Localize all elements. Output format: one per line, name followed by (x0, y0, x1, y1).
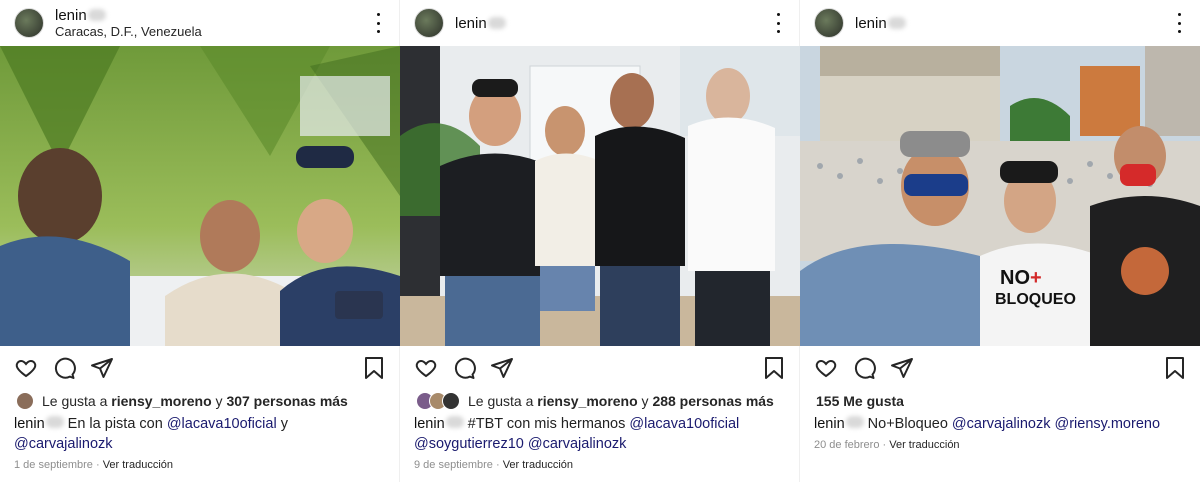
avatar[interactable] (414, 8, 444, 38)
liker-avatars (16, 392, 34, 410)
post-meta: 20 de febrero · Ver traducción (814, 439, 960, 451)
share-icon[interactable] (490, 356, 514, 380)
translate-link[interactable]: Ver traducción (103, 459, 173, 471)
heart-icon[interactable] (14, 356, 38, 380)
shirt-text: BLOQUEO (995, 291, 1076, 308)
post-photo[interactable]: NO+ BLOQUEO (800, 46, 1200, 346)
post-photo[interactable] (400, 46, 800, 346)
translate-link[interactable]: Ver traducción (503, 459, 573, 471)
caption: lenin En la pista con @lacava10oficial y… (14, 416, 288, 452)
bookmark-icon[interactable] (1164, 356, 1186, 380)
liker-avatars (416, 392, 460, 410)
blurred-name (487, 17, 506, 29)
caption-username[interactable]: lenin (414, 416, 464, 432)
more-options-icon[interactable] (1176, 13, 1182, 33)
mention[interactable]: @soygutierrez10 (414, 436, 524, 452)
blurred-name (87, 9, 106, 21)
mention[interactable]: @lacava10oficial (629, 416, 739, 432)
blurred-name (887, 17, 906, 29)
comment-icon[interactable] (852, 356, 876, 380)
heart-icon[interactable] (414, 356, 438, 380)
action-bar (400, 346, 799, 390)
avatar[interactable] (814, 8, 844, 38)
location[interactable]: Caracas, D.F., Venezuela (55, 24, 202, 40)
username[interactable]: lenin (55, 7, 202, 24)
likes-summary[interactable]: 155 Me gusta (800, 390, 1200, 412)
comment-icon[interactable] (52, 356, 76, 380)
post-meta: 9 de septiembre · Ver traducción (414, 459, 574, 471)
more-options-icon[interactable] (775, 13, 781, 33)
post-2: lenin Le gusta a riensy_moreno y 288 per… (400, 0, 800, 482)
shirt-text: NO+ (1000, 267, 1042, 289)
caption: lenin No+Bloqueo @carvajalinozk @riensy.… (814, 416, 1161, 432)
heart-icon[interactable] (814, 356, 838, 380)
post-header: lenin (400, 0, 799, 46)
likes-summary[interactable]: Le gusta a riensy_moreno y 288 personas … (400, 390, 799, 412)
post-meta: 1 de septiembre · Ver traducción (14, 459, 174, 471)
share-icon[interactable] (90, 356, 114, 380)
caption-username[interactable]: lenin (814, 416, 864, 432)
username[interactable]: lenin (855, 15, 906, 32)
post-date: 1 de septiembre (14, 459, 93, 471)
caption-username[interactable]: lenin (14, 416, 64, 432)
mention[interactable]: @riensy.moreno (1055, 416, 1161, 432)
post-3: lenin NO+ BLOQUEO 155 Me gusta lenin No+… (800, 0, 1200, 482)
post-header: lenin (800, 0, 1200, 46)
avatar[interactable] (14, 8, 44, 38)
mention[interactable]: @carvajalinozk (952, 416, 1051, 432)
likes-summary[interactable]: Le gusta a riensy_moreno y 307 personas … (0, 390, 399, 412)
mention[interactable]: @carvajalinozk (528, 436, 627, 452)
comment-icon[interactable] (452, 356, 476, 380)
translate-link[interactable]: Ver traducción (889, 439, 959, 451)
action-bar (0, 346, 399, 390)
mention[interactable]: @lacava10oficial (167, 416, 277, 432)
posts-strip: lenin Caracas, D.F., Venezuela Le gusta … (0, 0, 1200, 482)
share-icon[interactable] (890, 356, 914, 380)
more-options-icon[interactable] (375, 13, 381, 33)
post-header: lenin Caracas, D.F., Venezuela (0, 0, 399, 46)
bookmark-icon[interactable] (363, 356, 385, 380)
post-photo[interactable] (0, 46, 400, 346)
post-date: 9 de septiembre (414, 459, 493, 471)
username[interactable]: lenin (455, 15, 506, 32)
caption: lenin #TBT con mis hermanos @lacava10ofi… (414, 416, 740, 452)
action-bar (800, 346, 1200, 390)
post-1: lenin Caracas, D.F., Venezuela Le gusta … (0, 0, 400, 482)
bookmark-icon[interactable] (763, 356, 785, 380)
post-date: 20 de febrero (814, 439, 880, 451)
mention[interactable]: @carvajalinozk (14, 436, 113, 452)
